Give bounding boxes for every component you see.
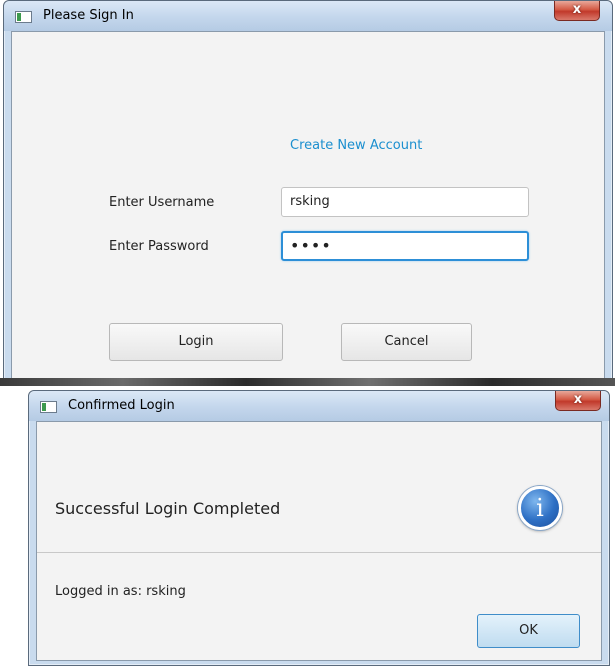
- confirm-window-title: Confirmed Login: [68, 398, 175, 413]
- signin-window-title: Please Sign In: [43, 8, 134, 23]
- cancel-button[interactable]: Cancel: [341, 323, 472, 361]
- info-icon: i: [518, 486, 562, 530]
- background-strip: [0, 378, 615, 386]
- username-label: Enter Username: [109, 195, 215, 210]
- confirm-titlebar[interactable]: Confirmed Login x: [29, 391, 609, 421]
- dialog-divider: [37, 552, 601, 553]
- logged-in-detail: Logged in as: rsking: [55, 584, 186, 599]
- password-label: Enter Password: [109, 239, 209, 254]
- confirm-close-button[interactable]: x: [555, 391, 601, 411]
- confirm-client-area: Successful Login Completed i Logged in a…: [36, 421, 602, 661]
- app-window-icon: [40, 401, 57, 413]
- confirm-window: Confirmed Login x Successful Login Compl…: [28, 390, 610, 666]
- username-input[interactable]: rsking: [281, 187, 529, 217]
- signin-client-area: Create New Account Enter Username rsking…: [11, 31, 605, 381]
- app-window-icon: [15, 11, 32, 23]
- signin-close-button[interactable]: x: [554, 1, 600, 21]
- signin-titlebar[interactable]: Please Sign In x: [4, 1, 612, 31]
- create-account-link[interactable]: Create New Account: [290, 138, 422, 153]
- signin-window: Please Sign In x Create New Account Ente…: [3, 0, 613, 386]
- confirm-message: Successful Login Completed: [55, 499, 281, 518]
- ok-button[interactable]: OK: [477, 614, 580, 648]
- login-button[interactable]: Login: [109, 323, 283, 361]
- password-input[interactable]: ••••: [281, 231, 529, 261]
